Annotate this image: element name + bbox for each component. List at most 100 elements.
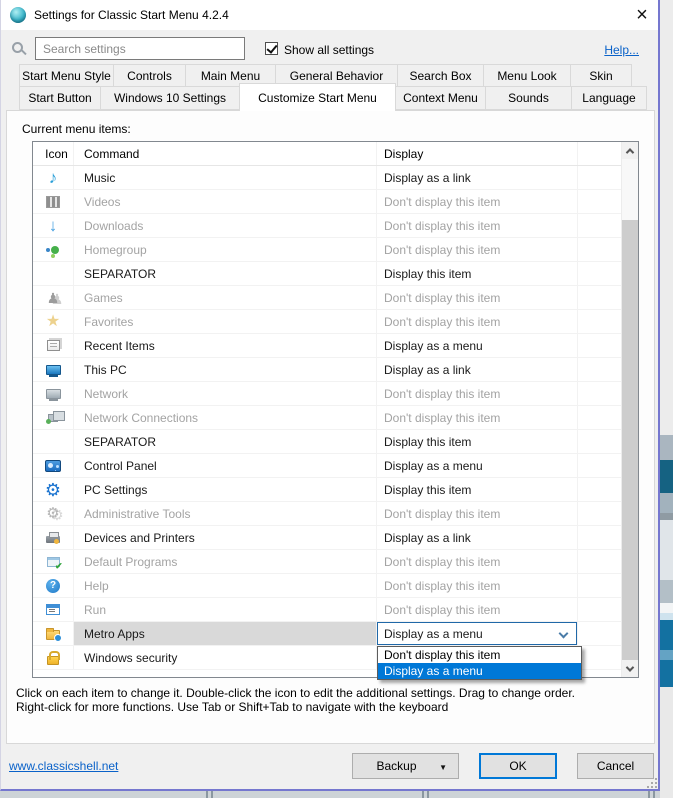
network-connections-icon bbox=[46, 410, 65, 424]
scrollbar-up-button[interactable] bbox=[622, 142, 638, 159]
tab-windows-10-settings[interactable]: Windows 10 Settings bbox=[100, 86, 240, 110]
resize-grip[interactable] bbox=[651, 782, 653, 784]
item-display-value[interactable]: Display as a link bbox=[377, 358, 578, 381]
pc-settings-icon bbox=[45, 481, 61, 499]
item-icon-cell bbox=[33, 286, 74, 309]
table-row[interactable]: Videos Don't display this item bbox=[33, 190, 621, 214]
table-row[interactable]: Run Don't display this item bbox=[33, 598, 621, 622]
vertical-scrollbar[interactable] bbox=[621, 142, 638, 677]
downloads-icon bbox=[49, 217, 58, 234]
table-row[interactable]: Games Don't display this item bbox=[33, 286, 621, 310]
scrollbar-thumb[interactable] bbox=[622, 220, 638, 660]
table-row[interactable]: Music Display as a link bbox=[33, 166, 621, 190]
item-command: Administrative Tools bbox=[74, 502, 377, 525]
item-filler-cell bbox=[578, 286, 621, 309]
item-icon-cell bbox=[33, 406, 74, 429]
dropdown-option[interactable]: Don't display this item bbox=[378, 647, 581, 663]
table-row[interactable]: Metro Apps Display as a menu bbox=[33, 622, 621, 646]
search-input[interactable] bbox=[35, 37, 245, 60]
item-icon-cell bbox=[33, 262, 74, 285]
tab-customize-start-menu[interactable]: Customize Start Menu bbox=[239, 83, 396, 111]
item-display-value[interactable]: Don't display this item bbox=[377, 550, 578, 573]
window-title: Settings for Classic Start Menu 4.2.4 bbox=[34, 8, 229, 22]
item-display-value[interactable]: Don't display this item bbox=[377, 286, 578, 309]
item-display-value[interactable]: Don't display this item bbox=[377, 502, 578, 525]
item-display-value[interactable]: Display this item bbox=[377, 478, 578, 501]
table-row[interactable]: Help Don't display this item bbox=[33, 574, 621, 598]
item-display-value[interactable]: Don't display this item bbox=[377, 310, 578, 333]
item-command: Default Programs bbox=[74, 550, 377, 573]
item-display-value[interactable]: Display as a link bbox=[377, 166, 578, 189]
item-display-value[interactable]: Display as a link bbox=[377, 526, 578, 549]
item-icon-cell bbox=[33, 430, 74, 453]
music-icon bbox=[49, 169, 58, 186]
devices-and-printers-icon bbox=[46, 531, 60, 544]
tab-start-button[interactable]: Start Button bbox=[19, 86, 101, 110]
favorites-icon bbox=[46, 314, 60, 330]
table-row[interactable]: Default Programs Don't display this item bbox=[33, 550, 621, 574]
column-header-command: Command bbox=[74, 142, 377, 165]
item-icon-cell bbox=[33, 526, 74, 549]
table-row[interactable]: Devices and Printers Display as a link bbox=[33, 526, 621, 550]
item-display-value[interactable]: Don't display this item bbox=[377, 406, 578, 429]
network-icon bbox=[45, 388, 61, 401]
tab-search-box[interactable]: Search Box bbox=[397, 64, 484, 87]
cancel-button[interactable]: Cancel bbox=[577, 753, 654, 779]
table-row[interactable]: Administrative Tools Don't display this … bbox=[33, 502, 621, 526]
item-command: Downloads bbox=[74, 214, 377, 237]
tab-sounds[interactable]: Sounds bbox=[485, 86, 572, 110]
item-display-value[interactable]: Don't display this item bbox=[377, 598, 578, 621]
help-link[interactable]: Help... bbox=[604, 43, 639, 57]
item-display-value[interactable]: Don't display this item bbox=[377, 214, 578, 237]
display-mode-combobox[interactable]: Display as a menu bbox=[377, 622, 577, 645]
item-display-value[interactable]: Display as a menu bbox=[377, 454, 578, 477]
classicshell-website-link[interactable]: www.classicshell.net bbox=[9, 759, 118, 773]
table-row[interactable]: Network Don't display this item bbox=[33, 382, 621, 406]
table-row[interactable]: This PC Display as a link bbox=[33, 358, 621, 382]
default-programs-icon bbox=[46, 556, 63, 571]
item-command: Run bbox=[74, 598, 377, 621]
item-filler-cell bbox=[578, 358, 621, 381]
item-icon-cell bbox=[33, 310, 74, 333]
item-command: Music bbox=[74, 166, 377, 189]
item-filler-cell bbox=[578, 574, 621, 597]
dropdown-option[interactable]: Display as a menu bbox=[378, 663, 581, 679]
tab-controls[interactable]: Controls bbox=[113, 64, 186, 87]
show-all-settings-label: Show all settings bbox=[284, 43, 375, 57]
tab-start-menu-style[interactable]: Start Menu Style bbox=[19, 64, 114, 87]
item-command: Favorites bbox=[74, 310, 377, 333]
table-row[interactable]: SEPARATOR Display this item bbox=[33, 262, 621, 286]
tab-skin[interactable]: Skin bbox=[570, 64, 632, 87]
item-filler-cell bbox=[578, 478, 621, 501]
close-icon[interactable]: × bbox=[626, 0, 658, 29]
item-display-value[interactable]: Don't display this item bbox=[377, 574, 578, 597]
combobox-value: Display as a menu bbox=[384, 626, 483, 641]
backup-button[interactable]: Backup ▼ bbox=[352, 753, 459, 779]
item-icon-cell bbox=[33, 550, 74, 573]
table-row[interactable]: Control Panel Display as a menu bbox=[33, 454, 621, 478]
item-filler-cell bbox=[578, 262, 621, 285]
scrollbar-down-button[interactable] bbox=[622, 660, 638, 677]
item-display-value[interactable]: Don't display this item bbox=[377, 238, 578, 261]
table-row[interactable]: PC Settings Display this item bbox=[33, 478, 621, 502]
show-all-settings-checkbox[interactable] bbox=[265, 42, 278, 55]
ok-button[interactable]: OK bbox=[479, 753, 557, 779]
title-bar: Settings for Classic Start Menu 4.2.4 × bbox=[1, 0, 658, 30]
item-display-value[interactable]: Don't display this item bbox=[377, 382, 578, 405]
table-row[interactable]: Homegroup Don't display this item bbox=[33, 238, 621, 262]
item-display-value[interactable]: Display as a menu bbox=[377, 334, 578, 357]
table-row[interactable]: Network Connections Don't display this i… bbox=[33, 406, 621, 430]
table-row[interactable]: SEPARATOR Display this item bbox=[33, 430, 621, 454]
item-display-value[interactable]: Display this item bbox=[377, 430, 578, 453]
table-row[interactable]: Favorites Don't display this item bbox=[33, 310, 621, 334]
tab-context-menu[interactable]: Context Menu bbox=[395, 86, 486, 110]
tab-menu-look[interactable]: Menu Look bbox=[483, 64, 571, 87]
table-row[interactable]: Downloads Don't display this item bbox=[33, 214, 621, 238]
table-row[interactable]: Recent Items Display as a menu bbox=[33, 334, 621, 358]
display-mode-dropdown-list: Don't display this item Display as a menu bbox=[377, 646, 582, 680]
item-display-value[interactable]: Display this item bbox=[377, 262, 578, 285]
tab-language[interactable]: Language bbox=[571, 86, 647, 110]
item-display-value[interactable]: Don't display this item bbox=[377, 190, 578, 213]
item-display-value[interactable]: Display as a menu bbox=[377, 622, 578, 645]
item-command: Homegroup bbox=[74, 238, 377, 261]
